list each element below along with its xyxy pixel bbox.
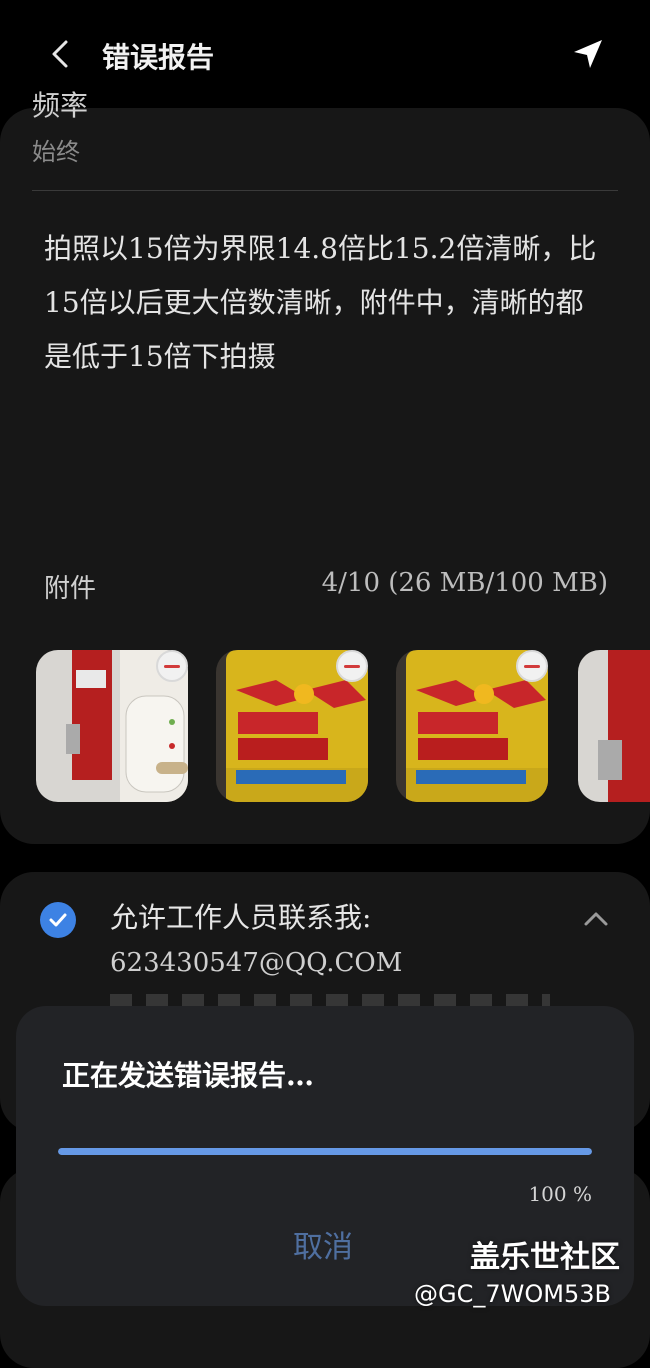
progress-bar bbox=[58, 1148, 592, 1155]
attachment-list bbox=[0, 650, 650, 802]
frequency-label: 频率 bbox=[32, 89, 89, 122]
chevron-left-icon bbox=[52, 40, 68, 68]
back-button[interactable] bbox=[40, 34, 80, 74]
contact-email[interactable]: 623430547@QQ.COM bbox=[110, 948, 402, 978]
dialog-title: 正在发送错误报告… bbox=[62, 1059, 315, 1092]
minus-icon bbox=[164, 664, 180, 668]
app-header: 错误报告 bbox=[0, 0, 650, 108]
progress-fill bbox=[58, 1148, 592, 1155]
remove-attachment-button[interactable] bbox=[516, 650, 548, 682]
progress-percent: 100 % bbox=[528, 1182, 592, 1206]
divider bbox=[32, 190, 618, 191]
chevron-up-icon bbox=[584, 912, 608, 926]
watermark-site: 盖乐世社区 bbox=[470, 1240, 620, 1275]
attachment-thumbnail[interactable] bbox=[578, 650, 650, 802]
collapse-button[interactable] bbox=[578, 902, 614, 938]
attachments-label: 附件 bbox=[44, 574, 97, 604]
page-title: 错误报告 bbox=[102, 41, 215, 74]
description-text[interactable]: 拍照以15倍为界限14.8倍比15.2倍清晰，比15倍以后更大倍数清晰，附件中，… bbox=[44, 222, 604, 384]
checkmark-icon bbox=[49, 913, 67, 927]
attachment-image bbox=[578, 650, 650, 802]
minus-icon bbox=[344, 664, 360, 668]
watermark-user: @GC_7WOM53B bbox=[414, 1280, 611, 1308]
send-button[interactable] bbox=[566, 32, 610, 76]
minus-icon bbox=[524, 664, 540, 668]
attachments-count: 4/10 (26 MB/100 MB) bbox=[321, 568, 608, 598]
contact-permission-label: 允许工作人员联系我: bbox=[110, 901, 372, 934]
frequency-value[interactable]: 始终 bbox=[32, 132, 80, 167]
remove-attachment-button[interactable] bbox=[336, 650, 368, 682]
send-icon bbox=[574, 40, 602, 68]
remove-attachment-button[interactable] bbox=[156, 650, 188, 682]
cancel-button[interactable]: 取消 bbox=[278, 1216, 368, 1272]
checkbox-checked-icon[interactable] bbox=[40, 902, 76, 938]
